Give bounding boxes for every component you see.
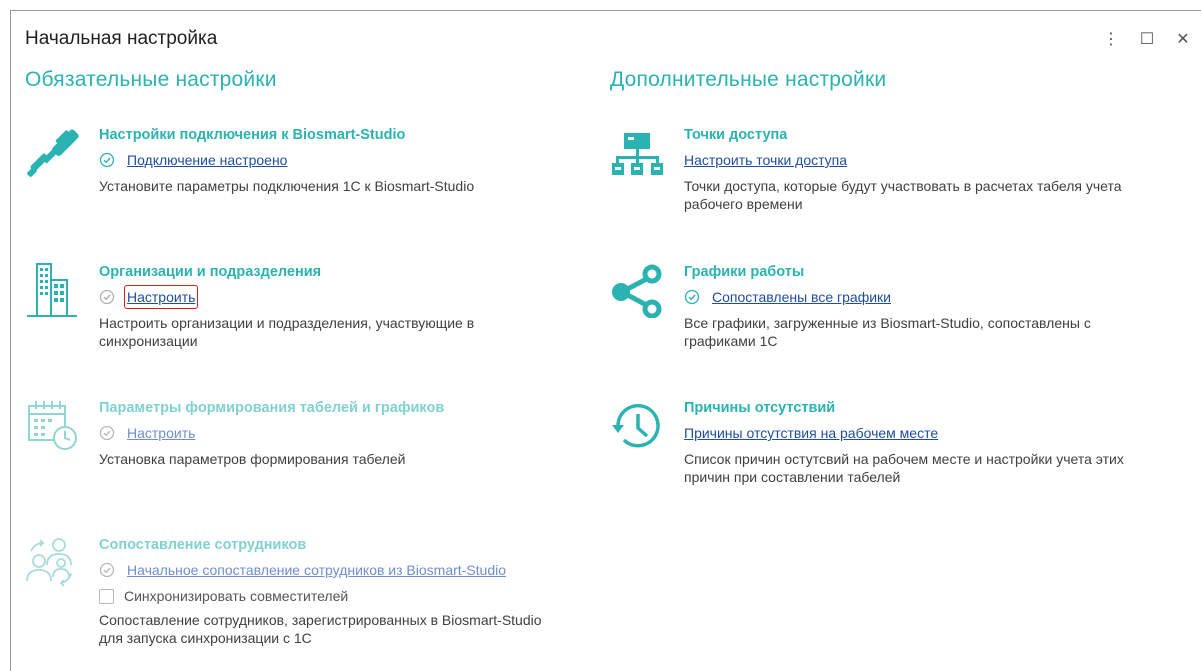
check-circle-icon (684, 289, 700, 305)
item-description: Список причин остутсвий на рабочем месте… (684, 451, 1124, 485)
absence-reasons-content: Причины отсутствий Причины отсутствия на… (684, 398, 1154, 486)
item-title: Точки доступа (684, 127, 788, 143)
status-row: Настроить (99, 285, 569, 309)
sync-part-timers-label: Синхронизировать совместителей (124, 588, 349, 604)
link-row: Причины отсутствия на рабочем месте (684, 422, 1154, 444)
employee-mapping-content: Сопоставление сотрудников Начальное сопо… (99, 535, 569, 647)
organizations-content: Организации и подразделения Настроить На… (99, 262, 569, 350)
status-row: Настроить (99, 422, 569, 444)
item-description: Сопоставление сотрудников, зарегистриров… (99, 612, 542, 646)
network-hierarchy-icon (610, 125, 666, 181)
access-points-content: Точки доступа Настроить точки доступа То… (684, 125, 1154, 213)
calendar-clock-icon (25, 398, 81, 454)
item-description: Установка параметров формирования табеле… (99, 451, 406, 467)
connection-configured-link[interactable]: Подключение настроено (127, 149, 287, 171)
initial-setup-window: Начальная настройка ⋮ ☐ ✕ Обязательные н… (10, 10, 1201, 671)
users-sync-icon (25, 535, 81, 591)
schedules-matched-link[interactable]: Сопоставлены все графики (712, 286, 891, 308)
work-schedules-content: Графики работы Сопоставлены все графики … (684, 262, 1154, 350)
status-row: Подключение настроено (99, 149, 569, 171)
item-title: Причины отсутствий (684, 400, 836, 416)
item-description: Точки доступа, которые будут участвовать… (684, 178, 1122, 212)
link-row: Настроить точки доступа (684, 149, 1154, 171)
window-title: Начальная настройка (25, 28, 218, 49)
absence-reasons-link[interactable]: Причины отсутствия на рабочем месте (684, 422, 938, 444)
item-title: Параметры формирования табелей и графико… (99, 400, 445, 416)
more-menu-icon[interactable]: ⋮ (1101, 29, 1121, 49)
item-description: Все графики, загруженные из Biosmart-Stu… (684, 315, 1091, 349)
configure-organizations-link[interactable]: Настроить (124, 285, 199, 309)
item-title: Графики работы (684, 264, 805, 280)
window-controls: ⋮ ☐ ✕ (1101, 29, 1193, 49)
item-description: Установите параметры подключения 1С к Bi… (99, 178, 475, 194)
close-icon[interactable]: ✕ (1173, 29, 1193, 49)
connection-settings-content: Настройки подключения к Biosmart-Studio … (99, 125, 569, 195)
item-title: Настройки подключения к Biosmart-Studio (99, 127, 406, 143)
item-title: Сопоставление сотрудников (99, 537, 307, 553)
additional-settings-heading: Дополнительные настройки (610, 68, 887, 91)
history-clock-icon (610, 398, 666, 454)
configure-timesheet-link[interactable]: Настроить (127, 422, 195, 444)
building-icon (25, 262, 81, 318)
configure-access-points-link[interactable]: Настроить точки доступа (684, 149, 847, 171)
check-circle-icon (99, 289, 115, 305)
check-circle-icon (99, 425, 115, 441)
sync-part-timers-checkbox-row[interactable]: Синхронизировать совместителей (99, 585, 569, 607)
check-circle-icon (99, 152, 115, 168)
initial-employee-mapping-link[interactable]: Начальное сопоставление сотрудников из B… (127, 559, 506, 581)
timesheet-params-content: Параметры формирования табелей и графико… (99, 398, 569, 468)
item-title: Организации и подразделения (99, 264, 322, 280)
maximize-icon[interactable]: ☐ (1137, 29, 1157, 49)
item-description: Настроить организации и подразделения, у… (99, 315, 475, 349)
required-settings-heading: Обязательные настройки (25, 68, 277, 91)
status-row: Сопоставлены все графики (684, 286, 1154, 308)
plug-icon (25, 125, 81, 181)
status-row: Начальное сопоставление сотрудников из B… (99, 559, 569, 581)
sync-part-timers-checkbox[interactable] (99, 588, 114, 604)
share-icon (610, 262, 666, 319)
check-circle-icon (99, 562, 115, 578)
